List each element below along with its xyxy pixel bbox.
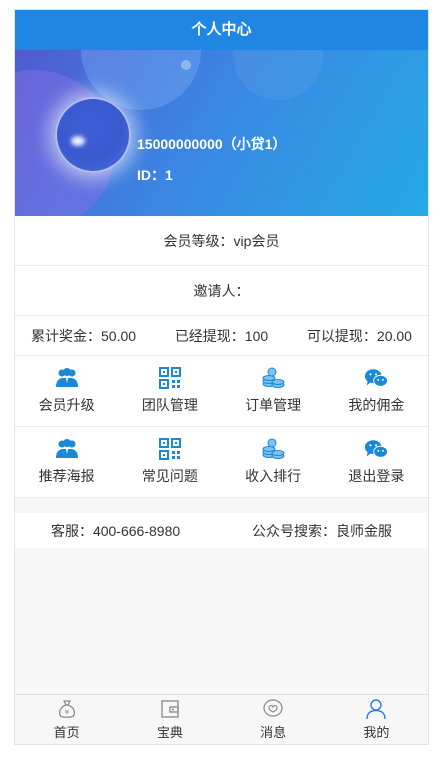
grid-item-label: 退出登录 [348, 468, 405, 484]
profile-banner: 15000000000（小贷1） ID：1 [15, 50, 428, 216]
grid-item-logout[interactable]: 退出登录 [325, 427, 428, 497]
grid-item-member-upgrade[interactable]: 会员升级 [15, 356, 118, 426]
qrcode-icon [158, 367, 181, 389]
customer-service[interactable]: 客服：400-666-8980 [51, 521, 180, 541]
svg-text:¥: ¥ [64, 709, 69, 717]
avatar-glint [71, 136, 85, 146]
tab-label: 消息 [260, 725, 287, 740]
book-icon [161, 700, 179, 718]
wechat-icon [365, 440, 389, 458]
grid-item-order-management[interactable]: 订单管理 [222, 356, 325, 426]
user-id: ID：1 [137, 167, 173, 183]
inviter: 邀请人： [15, 266, 428, 316]
user-name: 15000000000（小贷1） [137, 136, 287, 152]
grid-item-income-ranking[interactable]: 收入排行 [222, 427, 325, 497]
grid-item-faq[interactable]: 常见问题 [118, 427, 221, 497]
users-icon [55, 439, 78, 458]
message-icon [263, 699, 283, 717]
grid-item-team-management[interactable]: 团队管理 [118, 356, 221, 426]
users-icon [55, 368, 78, 387]
bubble-decoration [233, 50, 323, 100]
available-amount: 可以提现：20.00 [306, 327, 412, 344]
grid-item-label: 推荐海报 [38, 468, 95, 484]
coins-icon [262, 367, 285, 388]
app-frame: 个人中心 15000000000（小贷1） ID：1 会员等级：vip会员 邀请… [14, 9, 429, 745]
official-account: 公众号搜索：良师金服 [252, 522, 393, 539]
user-icon [366, 699, 387, 720]
member-level: 会员等级：vip会员 [15, 216, 428, 266]
grid-item-label: 常见问题 [141, 468, 198, 484]
grid-item-my-commission[interactable]: 我的佣金 [325, 356, 428, 426]
grid-item-label: 团队管理 [141, 397, 198, 413]
avatar[interactable] [55, 97, 131, 173]
qrcode-icon [158, 438, 181, 460]
tab-label: 宝典 [156, 725, 183, 740]
stats-bar: 累计奖金：50.00 已经提现：100 可以提现：20.00 [15, 316, 428, 356]
money-bag-icon: ¥ [58, 700, 75, 718]
withdrawn-amount: 已经提现：100 [174, 327, 269, 344]
tab-guide[interactable]: 宝典 [118, 695, 221, 744]
grid-item-label: 收入排行 [245, 468, 302, 484]
menu-grid: 会员升级 团队管理 订单管理 我的佣金 推荐海报 常见问题 收入排行 退出登录 [15, 356, 428, 498]
tab-home[interactable]: ¥ 首页 [15, 695, 118, 744]
bottom-tabbar: ¥ 首页 宝典 消息 我的 [15, 694, 428, 744]
total-bonus: 累计奖金：50.00 [31, 327, 137, 344]
bubble-decoration [181, 60, 191, 70]
grid-item-label: 我的佣金 [348, 397, 405, 413]
tab-label: 我的 [363, 725, 390, 740]
tab-mine[interactable]: 我的 [325, 695, 428, 744]
coins-icon [262, 438, 285, 459]
tab-label: 首页 [53, 725, 80, 740]
grid-item-label: 订单管理 [245, 397, 302, 413]
contact-bar: 客服：400-666-8980 公众号搜索：良师金服 [15, 513, 428, 548]
section-gap [15, 498, 428, 513]
tab-messages[interactable]: 消息 [222, 695, 325, 744]
page-title: 个人中心 [15, 10, 428, 50]
wechat-icon [365, 369, 389, 387]
grid-item-label: 会员升级 [38, 397, 95, 413]
grid-item-referral-poster[interactable]: 推荐海报 [15, 427, 118, 497]
